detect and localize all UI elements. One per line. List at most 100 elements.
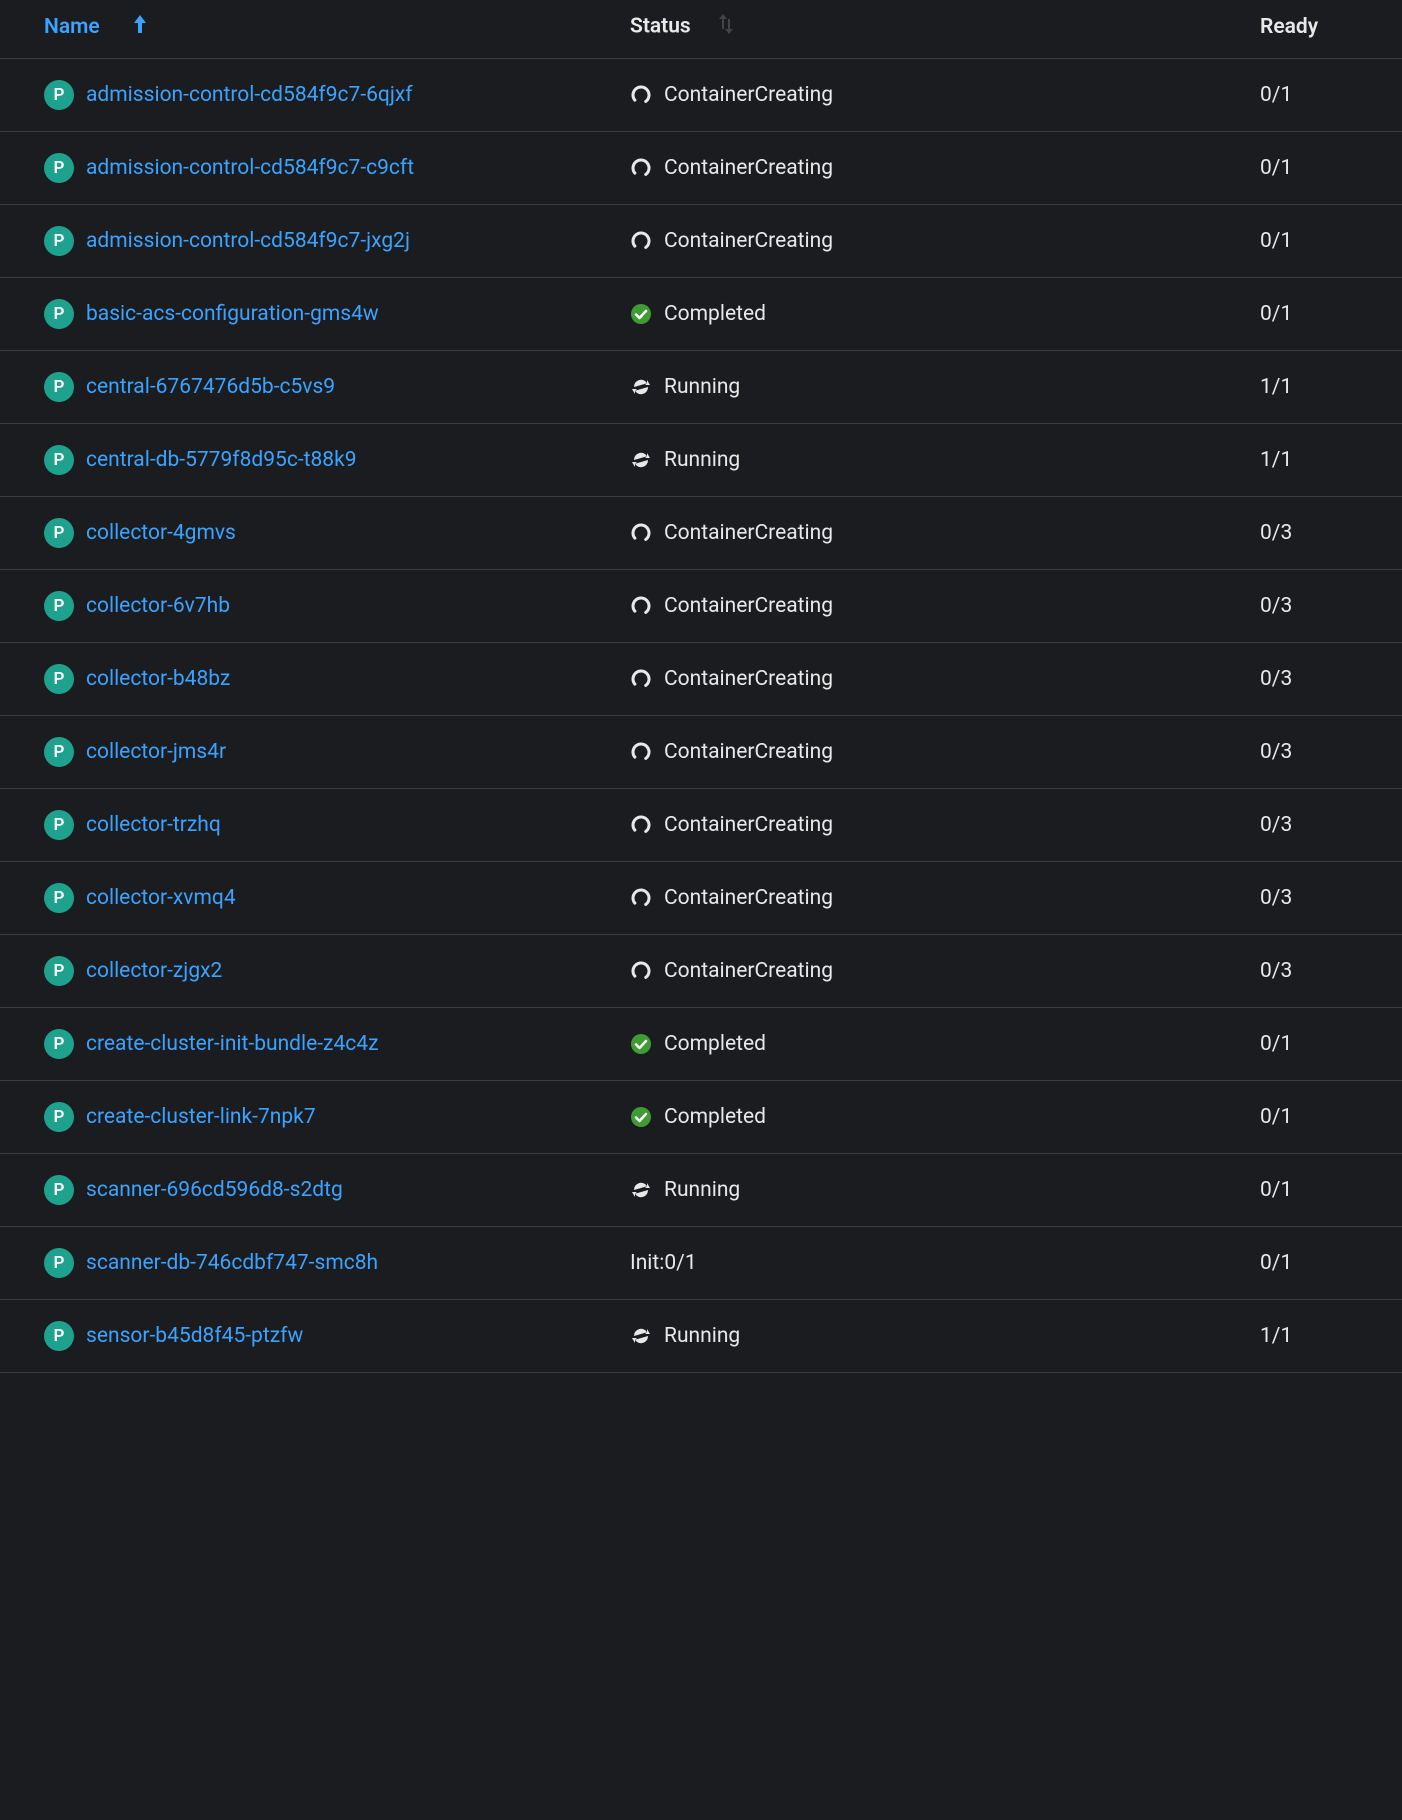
- pod-badge-icon: P: [44, 810, 74, 840]
- status-text: Completed: [664, 1032, 766, 1056]
- pod-link[interactable]: admission-control-cd584f9c7-c9cft: [86, 156, 414, 180]
- sync-icon: [630, 376, 652, 398]
- pod-link[interactable]: collector-zjgx2: [86, 959, 222, 983]
- pod-link[interactable]: admission-control-cd584f9c7-6qjxf: [86, 83, 413, 107]
- name-cell: Pcentral-db-5779f8d95c-t88k9: [0, 424, 630, 497]
- pod-badge-icon: P: [44, 518, 74, 548]
- name-cell: Pcollector-zjgx2: [0, 935, 630, 1008]
- status-cell: ContainerCreating: [630, 862, 1260, 935]
- table-row: Pcentral-6767476d5b-c5vs9Running1/1: [0, 351, 1402, 424]
- pod-link[interactable]: basic-acs-configuration-gms4w: [86, 302, 379, 326]
- pod-link[interactable]: sensor-b45d8f45-ptzfw: [86, 1324, 303, 1348]
- sync-icon: [630, 1179, 652, 1201]
- pod-badge-icon: P: [44, 664, 74, 694]
- table-row: Pcollector-6v7hbContainerCreating0/3: [0, 570, 1402, 643]
- pod-link[interactable]: collector-xvmq4: [86, 886, 236, 910]
- status-text: Running: [664, 448, 740, 472]
- pod-link[interactable]: collector-b48bz: [86, 667, 230, 691]
- column-header-status[interactable]: Status: [630, 0, 1260, 59]
- table-row: Pcreate-cluster-link-7npk7Completed0/1: [0, 1081, 1402, 1154]
- status-cell: ContainerCreating: [630, 497, 1260, 570]
- pod-link[interactable]: create-cluster-link-7npk7: [86, 1105, 316, 1129]
- status-cell: ContainerCreating: [630, 935, 1260, 1008]
- column-header-name[interactable]: Name: [0, 0, 630, 59]
- column-header-ready-label: Ready: [1260, 15, 1318, 39]
- ready-cell: 0/3: [1260, 570, 1402, 643]
- status-text: Completed: [664, 1105, 766, 1129]
- status-text: ContainerCreating: [664, 813, 833, 837]
- pod-badge-icon: P: [44, 737, 74, 767]
- status-text: ContainerCreating: [664, 156, 833, 180]
- check-icon: [630, 303, 652, 325]
- name-cell: Pcreate-cluster-init-bundle-z4c4z: [0, 1008, 630, 1081]
- check-icon: [630, 1106, 652, 1128]
- sync-icon: [630, 1325, 652, 1347]
- status-cell: Running: [630, 351, 1260, 424]
- status-text: ContainerCreating: [664, 229, 833, 253]
- status-cell: ContainerCreating: [630, 716, 1260, 789]
- pod-badge-icon: P: [44, 372, 74, 402]
- name-cell: Pcollector-b48bz: [0, 643, 630, 716]
- pod-link[interactable]: scanner-696cd596d8-s2dtg: [86, 1178, 343, 1202]
- name-cell: Padmission-control-cd584f9c7-jxg2j: [0, 205, 630, 278]
- spinner-icon: [630, 522, 652, 544]
- status-cell: Running: [630, 424, 1260, 497]
- spinner-icon: [630, 960, 652, 982]
- pod-link[interactable]: collector-4gmvs: [86, 521, 236, 545]
- pod-badge-icon: P: [44, 226, 74, 256]
- status-cell: ContainerCreating: [630, 789, 1260, 862]
- pod-link[interactable]: create-cluster-init-bundle-z4c4z: [86, 1032, 379, 1056]
- ready-cell: 0/3: [1260, 497, 1402, 570]
- status-cell: ContainerCreating: [630, 205, 1260, 278]
- ready-cell: 0/3: [1260, 935, 1402, 1008]
- pod-badge-icon: P: [44, 445, 74, 475]
- pod-badge-icon: P: [44, 153, 74, 183]
- status-text: ContainerCreating: [664, 83, 833, 107]
- status-text: ContainerCreating: [664, 959, 833, 983]
- ready-cell: 0/1: [1260, 1154, 1402, 1227]
- name-cell: Pcollector-jms4r: [0, 716, 630, 789]
- status-cell: ContainerCreating: [630, 132, 1260, 205]
- ready-cell: 0/1: [1260, 1008, 1402, 1081]
- status-text: ContainerCreating: [664, 740, 833, 764]
- table-row: Padmission-control-cd584f9c7-6qjxfContai…: [0, 59, 1402, 132]
- name-cell: Pcreate-cluster-link-7npk7: [0, 1081, 630, 1154]
- status-text: Init:0/1: [630, 1251, 697, 1275]
- status-cell: Completed: [630, 1008, 1260, 1081]
- pod-badge-icon: P: [44, 591, 74, 621]
- table-row: Pcollector-trzhqContainerCreating0/3: [0, 789, 1402, 862]
- pod-link[interactable]: scanner-db-746cdbf747-smc8h: [86, 1251, 378, 1275]
- spinner-icon: [630, 887, 652, 909]
- table-row: Psensor-b45d8f45-ptzfwRunning1/1: [0, 1300, 1402, 1373]
- sort-neutral-icon: [718, 14, 734, 40]
- column-header-ready[interactable]: Ready: [1260, 0, 1402, 59]
- name-cell: Pbasic-acs-configuration-gms4w: [0, 278, 630, 351]
- status-cell: ContainerCreating: [630, 59, 1260, 132]
- status-cell: Completed: [630, 1081, 1260, 1154]
- status-text: ContainerCreating: [664, 667, 833, 691]
- table-row: Pcollector-zjgx2 ContainerCreating 0/3: [0, 935, 1402, 1008]
- ready-cell: 0/1: [1260, 132, 1402, 205]
- pods-table: Name Status Ready: [0, 0, 1402, 1373]
- pod-badge-icon: P: [44, 1248, 74, 1278]
- table-row: Pcollector-b48bzContainerCreating0/3: [0, 643, 1402, 716]
- pod-link[interactable]: collector-trzhq: [86, 813, 221, 837]
- spinner-icon: [630, 741, 652, 763]
- name-cell: Pcollector-6v7hb: [0, 570, 630, 643]
- name-cell: Pscanner-db-746cdbf747-smc8h: [0, 1227, 630, 1300]
- pod-link[interactable]: admission-control-cd584f9c7-jxg2j: [86, 229, 410, 253]
- status-text: Running: [664, 1178, 740, 1202]
- pod-link[interactable]: central-6767476d5b-c5vs9: [86, 375, 335, 399]
- pod-badge-icon: P: [44, 883, 74, 913]
- ready-cell: 1/1: [1260, 1300, 1402, 1373]
- check-icon: [630, 1033, 652, 1055]
- spinner-icon: [630, 595, 652, 617]
- pod-link[interactable]: central-db-5779f8d95c-t88k9: [86, 448, 357, 472]
- pod-badge-icon: P: [44, 1102, 74, 1132]
- pod-link[interactable]: collector-6v7hb: [86, 594, 230, 618]
- ready-cell: 0/1: [1260, 205, 1402, 278]
- pod-link[interactable]: collector-jms4r: [86, 740, 226, 764]
- column-header-name-label: Name: [44, 15, 100, 39]
- status-text: Running: [664, 1324, 740, 1348]
- spinner-icon: [630, 157, 652, 179]
